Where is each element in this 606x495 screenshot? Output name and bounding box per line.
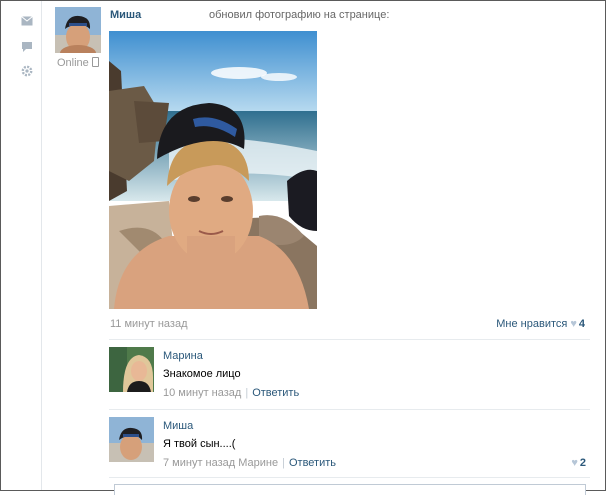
comment-reply-link[interactable]: Ответить <box>252 387 299 399</box>
meta-separator: | <box>282 457 285 469</box>
comment-author-link[interactable]: Миша <box>163 420 193 432</box>
post-photo[interactable] <box>109 31 317 309</box>
comment-reply-link[interactable]: Ответить <box>289 457 336 469</box>
left-icon-rail <box>1 1 42 490</box>
comment-input[interactable] <box>114 484 586 495</box>
post-like-label: Мне нравится <box>496 318 568 330</box>
comment-timestamp[interactable]: 7 минут назад Марине <box>163 457 278 469</box>
mobile-phone-icon <box>91 57 99 67</box>
heart-icon: ♥ <box>570 318 577 330</box>
comment-avatar[interactable] <box>109 417 154 462</box>
comment-meta: 7 минут назад Марине | Ответить <box>163 457 336 469</box>
post-like-button[interactable]: Мне нравится ♥ 4 <box>496 318 585 330</box>
post-action-text: обновил фотографию на странице: <box>209 9 390 21</box>
comment-divider <box>109 477 590 478</box>
comment-meta: 10 минут назад | Ответить <box>163 387 299 399</box>
post-author-link[interactable]: Миша <box>110 9 141 21</box>
envelope-icon[interactable] <box>21 16 33 28</box>
comment-avatar[interactable] <box>109 347 154 392</box>
comment-like-count: 2 <box>579 457 586 469</box>
comment-like-button[interactable]: ♥ 2 <box>568 457 586 469</box>
comment-timestamp[interactable]: 10 минут назад <box>163 387 241 399</box>
comment-text: Знакомое лицо <box>163 368 241 380</box>
heart-icon: ♥ <box>571 457 578 469</box>
post-timestamp[interactable]: 11 минут назад <box>110 318 188 330</box>
online-status: Online <box>57 57 99 69</box>
comments-divider <box>109 339 590 340</box>
online-status-label: Online <box>57 57 89 69</box>
gear-icon[interactable] <box>21 65 33 77</box>
post-like-count: 4 <box>578 318 585 330</box>
comment-author-link[interactable]: Марина <box>163 350 203 362</box>
comment-divider <box>109 409 590 410</box>
comment-text: Я твой сын....( <box>163 438 236 450</box>
meta-separator: | <box>245 387 249 399</box>
profile-avatar[interactable] <box>55 7 101 53</box>
comment-bubble-icon[interactable] <box>21 41 33 53</box>
